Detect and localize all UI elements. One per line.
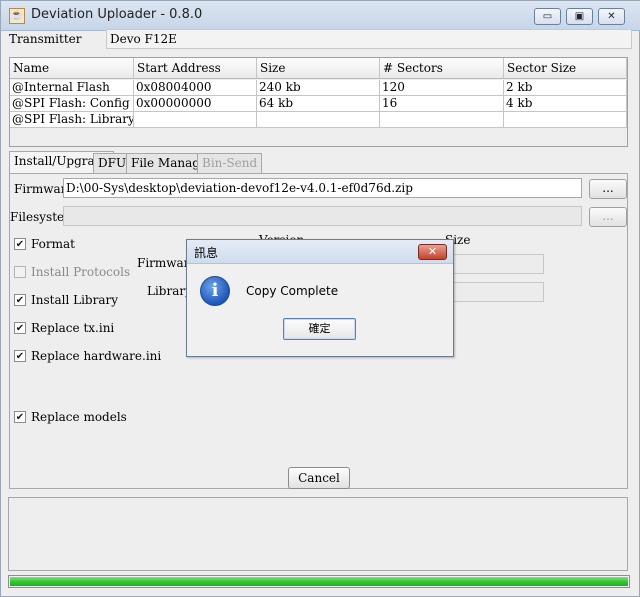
replace-tx-ini-label: Replace tx.ini: [31, 321, 115, 335]
message-dialog: 訊息 ✕ i Copy Complete 確定: [186, 239, 454, 357]
replace-models-checkbox[interactable]: ✔: [14, 411, 26, 423]
table-cell[interactable]: 0x08004000: [134, 80, 257, 96]
table-header-sectors[interactable]: # Sectors: [380, 58, 504, 79]
table-cell[interactable]: 64 kb: [257, 96, 380, 112]
filesystem-path-field: [63, 206, 582, 226]
title-bar[interactable]: ☕ Deviation Uploader - 0.8.0 ▭ ▣ ✕: [1, 1, 640, 31]
firmware-path-field[interactable]: D:\00-Sys\desktop\deviation-devof12e-v4.…: [63, 178, 582, 198]
table-header-sector-size[interactable]: Sector Size: [504, 58, 627, 79]
progress-fill: [10, 577, 628, 586]
install-protocols-checkbox: [14, 266, 26, 278]
table-cell[interactable]: 120: [380, 80, 504, 96]
maximize-button[interactable]: ▣: [566, 8, 593, 25]
progress-bar: [8, 575, 630, 588]
replace-models-label: Replace models: [31, 410, 127, 424]
transmitter-field: Devo F12E: [106, 29, 632, 49]
replace-tx-ini-checkbox[interactable]: ✔: [14, 322, 26, 334]
install-protocols-label: Install Protocols: [31, 265, 131, 279]
filesystem-browse-button: ...: [589, 207, 627, 227]
table-header-name[interactable]: Name: [10, 58, 134, 79]
table-cell[interactable]: [257, 112, 380, 128]
table-cell[interactable]: @SPI Flash: Library: [10, 112, 134, 128]
table-cell[interactable]: 240 kb: [257, 80, 380, 96]
window-title: Deviation Uploader - 0.8.0: [31, 7, 203, 22]
table-header-size[interactable]: Size: [257, 58, 380, 79]
tab-bin-send: Bin-Send: [197, 153, 263, 173]
table-cell[interactable]: 16: [380, 96, 504, 112]
table-header-start-address[interactable]: Start Address: [134, 58, 257, 79]
dialog-close-button[interactable]: ✕: [418, 244, 447, 260]
install-library-label: Install Library: [31, 293, 118, 307]
minimize-button[interactable]: ▭: [534, 8, 561, 25]
table-cell[interactable]: 2 kb: [504, 80, 627, 96]
info-icon: i: [200, 276, 230, 306]
table-cell[interactable]: [380, 112, 504, 128]
table-cell[interactable]: [504, 112, 627, 128]
table-cell[interactable]: 4 kb: [504, 96, 627, 112]
replace-hardware-ini-label: Replace hardware.ini: [31, 349, 162, 363]
dialog-title: 訊息: [194, 246, 219, 260]
replace-hardware-ini-checkbox[interactable]: ✔: [14, 350, 26, 362]
format-label: Format: [31, 237, 75, 251]
install-library-checkbox[interactable]: ✔: [14, 294, 26, 306]
log-area[interactable]: [8, 497, 628, 571]
table-cell[interactable]: @Internal Flash: [10, 80, 134, 96]
dialog-message: Copy Complete: [246, 284, 339, 298]
firmware-size-field: [444, 254, 544, 274]
table-cell[interactable]: @SPI Flash: Config: [10, 96, 134, 112]
flash-table[interactable]: Name Start Address Size # Sectors Sector…: [9, 57, 628, 147]
app-window: ☕ Deviation Uploader - 0.8.0 ▭ ▣ ✕ Trans…: [0, 0, 640, 597]
transmitter-label: Transmitter: [9, 32, 82, 46]
format-checkbox[interactable]: ✔: [14, 238, 26, 250]
library-size-field: [444, 282, 544, 302]
cancel-button[interactable]: Cancel: [288, 467, 350, 489]
dialog-ok-button[interactable]: 確定: [283, 318, 356, 340]
table-cell[interactable]: [134, 112, 257, 128]
firmware-browse-button[interactable]: ...: [589, 179, 627, 199]
dialog-title-bar[interactable]: 訊息 ✕: [187, 240, 453, 264]
java-app-icon: ☕: [9, 8, 25, 24]
close-button[interactable]: ✕: [598, 8, 625, 25]
table-cell[interactable]: 0x00000000: [134, 96, 257, 112]
